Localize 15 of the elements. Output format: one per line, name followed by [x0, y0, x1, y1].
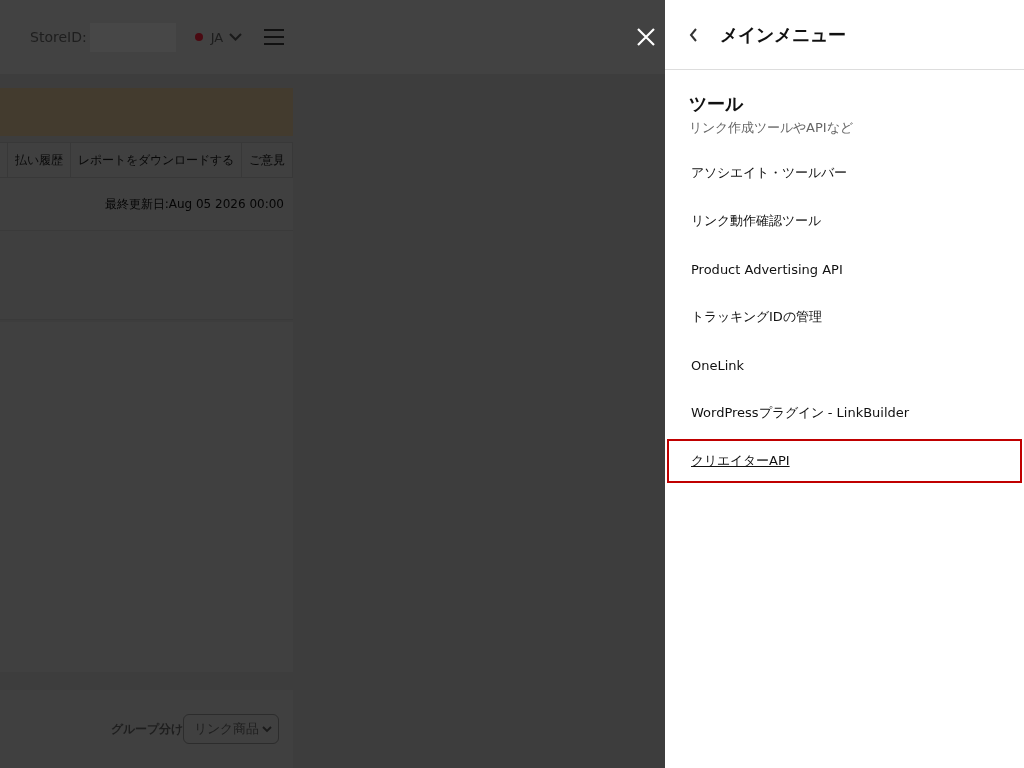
menu-item[interactable]: Product Advertising API: [667, 247, 1022, 291]
section-title: ツール: [689, 92, 745, 116]
close-button[interactable]: [637, 28, 655, 46]
menu-item[interactable]: トラッキングIDの管理: [667, 295, 1022, 339]
chevron-down-icon: [229, 33, 243, 41]
menu-item[interactable]: クリエイターAPI: [667, 439, 1022, 483]
chevron-down-icon: [262, 725, 272, 733]
flag-icon: [194, 33, 203, 41]
menu-item[interactable]: リンク動作確認ツール: [667, 199, 1022, 243]
section-subtitle: リンク作成ツールやAPIなど: [689, 119, 854, 137]
menu-item[interactable]: アソシエイト・ツールバー: [667, 151, 1022, 195]
menu-item[interactable]: OneLink: [667, 343, 1022, 387]
menu-item[interactable]: WordPressプラグイン - LinkBuilder: [667, 391, 1022, 435]
drawer-title: メインメニュー: [720, 22, 846, 47]
back-button[interactable]: [689, 27, 698, 42]
